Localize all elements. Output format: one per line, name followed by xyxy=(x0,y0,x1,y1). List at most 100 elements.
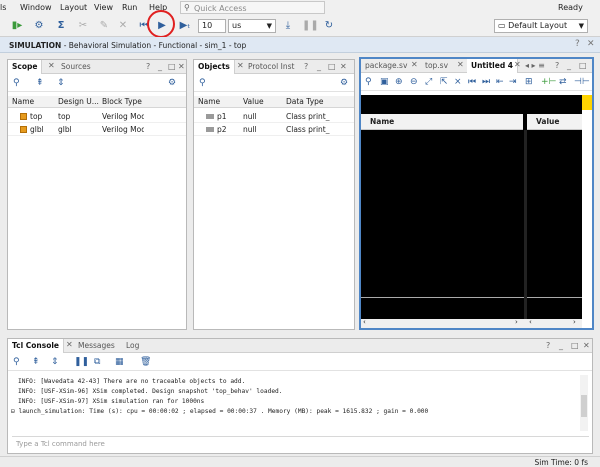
snap-icon[interactable]: ⊣⊢ xyxy=(574,77,590,87)
tab-tcl-console[interactable]: Tcl Console xyxy=(8,339,65,353)
maximize-icon[interactable]: □ xyxy=(328,62,336,71)
pause-icon[interactable]: ❚❚ xyxy=(302,19,319,33)
scrollbar-thumb[interactable] xyxy=(581,395,587,417)
minimize-icon[interactable]: _ xyxy=(317,62,321,71)
cut-icon[interactable]: ✂ xyxy=(76,19,90,33)
table-icon[interactable]: ▦ xyxy=(115,357,124,367)
swap-icon[interactable]: ⇄ xyxy=(559,77,567,87)
close-icon[interactable]: ✕ xyxy=(237,61,244,70)
zoom-out-icon[interactable]: ⊖ xyxy=(410,77,418,87)
help-icon[interactable]: ? xyxy=(304,62,308,71)
zoom-in-icon[interactable]: ⊕ xyxy=(395,77,403,87)
column-splitter[interactable] xyxy=(524,130,527,328)
tab-sources[interactable]: Sources xyxy=(57,60,95,74)
minimize-icon[interactable]: _ xyxy=(559,341,563,350)
sigma-icon[interactable]: Σ xyxy=(54,19,68,33)
copy-icon[interactable]: ⧉ xyxy=(94,357,100,367)
search-icon[interactable]: ⚲ xyxy=(13,357,20,367)
tab-protocol-inst[interactable]: Protocol Inst xyxy=(244,60,298,74)
maximize-icon[interactable]: □ xyxy=(579,61,587,70)
menu-run[interactable]: Run xyxy=(122,3,137,12)
objects-table-header: Name Value Data Type xyxy=(194,96,354,108)
horizontal-scrollbar[interactable]: ‹ › ‹ › xyxy=(361,318,582,328)
sim-time: Sim Time: 0 fs xyxy=(534,458,588,467)
close-icon[interactable]: ✕ xyxy=(411,60,418,69)
close-icon[interactable]: ✕ xyxy=(514,60,521,69)
close-icon[interactable]: ✕ xyxy=(66,340,73,349)
expand-all-icon[interactable]: ⇕ xyxy=(57,78,65,88)
close-icon[interactable]: ✕ xyxy=(583,341,590,350)
gear-icon[interactable]: ⚙ xyxy=(168,78,176,88)
collapse-icon[interactable]: ⊟ xyxy=(11,408,15,415)
zoom-fit-icon[interactable]: ⤢ xyxy=(425,77,432,87)
tab-log[interactable]: Log xyxy=(122,339,143,353)
step-icon[interactable]: ⤓ xyxy=(281,19,295,33)
simulation-title-bar: SIMULATION - Behavioral Simulation - Fun… xyxy=(0,37,600,53)
close-icon[interactable]: ✕ xyxy=(48,61,55,70)
settings-icon[interactable]: ⚙ xyxy=(32,19,46,33)
pause-output-icon[interactable]: ❚❚ xyxy=(74,357,89,367)
run-button-highlight xyxy=(147,10,175,38)
go-start-icon[interactable]: ⏮ xyxy=(468,77,476,87)
chevron-left-icon[interactable]: ‹ xyxy=(363,318,366,326)
help-icon[interactable]: ? xyxy=(555,61,559,70)
quick-access-input[interactable]: ⚲ Quick Access xyxy=(180,1,325,14)
search-icon[interactable]: ⚲ xyxy=(13,78,20,88)
wand-icon[interactable]: ✎ xyxy=(97,19,111,33)
tab-package-sv[interactable]: package.sv xyxy=(361,59,411,73)
tab-top-sv[interactable]: top.sv xyxy=(421,59,452,73)
time-unit-select[interactable]: us ▼ xyxy=(228,19,276,33)
table-row[interactable]: p1 null Class print_ xyxy=(194,110,354,123)
search-icon[interactable]: ⚲ xyxy=(365,77,372,87)
close-icon[interactable]: ✕ xyxy=(178,62,185,71)
next-edge-icon[interactable]: ⇥ xyxy=(509,77,517,87)
tab-scope[interactable]: Scope xyxy=(8,60,43,74)
search-icon[interactable]: ⚲ xyxy=(199,78,206,88)
help-icon[interactable]: ? xyxy=(146,62,150,71)
go-end-icon[interactable]: ⏭ xyxy=(482,77,490,87)
menu-tools[interactable]: ls xyxy=(0,3,6,12)
maximize-icon[interactable]: □ xyxy=(168,62,176,71)
marker-icon[interactable]: ⨯ xyxy=(454,77,462,87)
chevron-right-icon[interactable]: › xyxy=(515,318,518,326)
collapse-all-icon[interactable]: ⇞ xyxy=(32,357,40,367)
maximize-icon[interactable]: □ xyxy=(571,341,579,350)
table-row[interactable]: p2 null Class print_ xyxy=(194,123,354,136)
minimize-icon[interactable]: _ xyxy=(158,62,162,71)
chevron-left-icon[interactable]: ‹ xyxy=(529,318,532,326)
run-time-input[interactable]: 10 xyxy=(198,19,226,33)
prev-edge-icon[interactable]: ⇤ xyxy=(496,77,504,87)
cursor-icon[interactable]: ⇱ xyxy=(440,77,448,87)
help-icon[interactable]: ? xyxy=(575,39,580,49)
tab-messages[interactable]: Messages xyxy=(74,339,119,353)
minimize-icon[interactable]: _ xyxy=(567,61,571,70)
menu-window[interactable]: Window xyxy=(20,3,52,12)
close-icon[interactable]: ✕ xyxy=(340,62,347,71)
restart-icon[interactable]: ▮▸ xyxy=(10,19,24,33)
gear-icon[interactable]: ⚙ xyxy=(340,78,348,88)
run-for-time-icon[interactable]: ▶ₜ xyxy=(178,19,192,33)
tcl-command-input[interactable]: Type a Tcl command here xyxy=(12,436,589,451)
close-icon[interactable]: ✕ xyxy=(587,39,595,49)
table-row[interactable]: top top Verilog Modu xyxy=(8,110,186,123)
vertical-scrollbar[interactable] xyxy=(580,375,588,431)
tab-objects[interactable]: Objects xyxy=(194,60,235,74)
console-line: ⊟ launch_simulation: Time (s): cpu = 00:… xyxy=(11,408,429,415)
collapse-all-icon[interactable]: ⇞ xyxy=(36,78,44,88)
layout-select[interactable]: ▭ Default Layout ▼ xyxy=(494,19,588,33)
tab-untitled-4[interactable]: Untitled 4 xyxy=(467,59,519,73)
chevron-right-icon[interactable]: › xyxy=(573,318,576,326)
close-icon[interactable]: ✕ xyxy=(116,19,130,33)
table-row[interactable]: glbl glbl Verilog Modu xyxy=(8,123,186,136)
expand-all-icon[interactable]: ⇕ xyxy=(51,357,59,367)
help-icon[interactable]: ? xyxy=(546,341,550,350)
add-marker-icon[interactable]: ⊞ xyxy=(525,77,533,87)
relaunch-icon[interactable]: ↻ xyxy=(322,19,336,33)
menu-view[interactable]: View xyxy=(94,3,113,12)
menu-layout[interactable]: Layout xyxy=(60,3,87,12)
close-icon[interactable]: ✕ xyxy=(457,60,464,69)
tab-scroll-icon[interactable]: ◂ ▸ ≡ xyxy=(525,61,545,70)
add-marker-green-icon[interactable]: +⊢ xyxy=(541,77,556,87)
save-icon[interactable]: ▣ xyxy=(380,77,389,87)
trash-icon[interactable]: 🗑 xyxy=(140,357,151,367)
